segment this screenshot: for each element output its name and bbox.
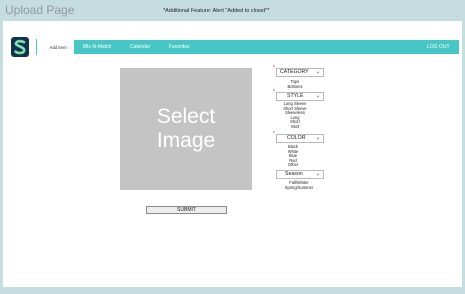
logo-divider	[36, 39, 37, 55]
style-select[interactable]: STYLE ▼	[276, 92, 324, 101]
app-logo[interactable]	[11, 37, 29, 57]
category-select-label: CATEGORY	[280, 69, 309, 75]
style-select-label: STYLE	[287, 93, 304, 99]
category-required-mark: *	[273, 65, 275, 71]
style-options: Long Sleeve Short Sleeve Sleeveless Long…	[279, 101, 311, 130]
style-required-mark: *	[273, 89, 275, 95]
color-required-mark: *	[273, 131, 275, 137]
category-select[interactable]: CATEGORY ▼	[276, 68, 324, 77]
chevron-down-icon: ▼	[316, 136, 320, 141]
submit-button[interactable]: SUBMIT	[146, 206, 227, 214]
page-title: Upload Page	[5, 3, 75, 17]
tab-calendar[interactable]: Calendar	[130, 40, 150, 54]
chevron-down-icon: ▼	[316, 94, 320, 99]
color-select[interactable]: COLOR ▼	[276, 134, 324, 143]
color-options: Black White Blue Red Other	[282, 144, 304, 168]
season-option[interactable]: Spring/Summer	[280, 185, 318, 191]
nav-bar: Mix-N-Match Calendar Favorites LOG OUT	[74, 40, 459, 54]
chevron-down-icon: ▼	[316, 70, 320, 75]
tab-mix-n-match[interactable]: Mix-N-Match	[83, 40, 111, 54]
logout-link[interactable]: LOG OUT	[427, 40, 450, 54]
color-option[interactable]: Other	[282, 163, 304, 168]
season-select-label: Season	[285, 171, 303, 177]
tab-add-item[interactable]: Add Item	[42, 40, 74, 54]
tab-favorites[interactable]: Favorites	[169, 40, 190, 54]
category-option[interactable]: Bottoms	[282, 84, 308, 90]
category-options: Tops Bottoms	[282, 79, 308, 90]
feature-note: *Additional Feature: Alert "Added to clo…	[163, 8, 270, 14]
select-image-dropzone[interactable]: Select Image	[120, 68, 252, 190]
logo-s-icon	[11, 37, 29, 57]
season-options: Fall/Winter Spring/Summer	[280, 180, 318, 191]
select-image-label: Select Image	[156, 105, 216, 152]
style-option[interactable]: Skirt	[279, 124, 311, 130]
color-select-label: COLOR	[287, 135, 306, 141]
season-select[interactable]: Season ▼	[276, 170, 324, 179]
chevron-down-icon: ▼	[316, 172, 320, 177]
